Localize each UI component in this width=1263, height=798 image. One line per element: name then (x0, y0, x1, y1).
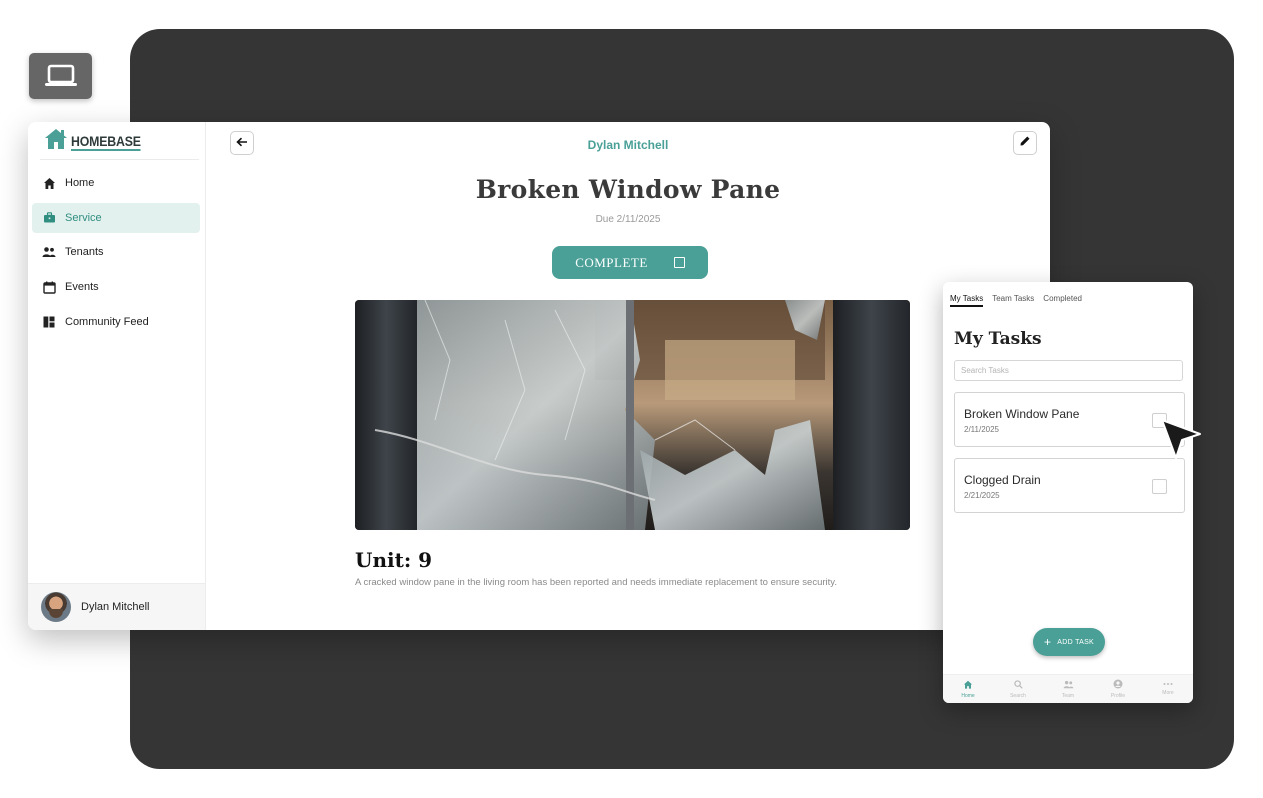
add-task-button[interactable]: + ADD TASK (1033, 628, 1105, 656)
sidebar-item-service[interactable]: Service (32, 202, 200, 233)
bottom-nav-team[interactable]: Team (1043, 675, 1093, 703)
page-title: My Tasks (954, 329, 1042, 349)
bottom-nav-profile[interactable]: Profile (1093, 675, 1143, 703)
brand-name: HOMEBASE (71, 132, 141, 151)
sidebar-item-home[interactable]: Home (32, 168, 200, 198)
sidebar-user-name: Dylan Mitchell (81, 601, 150, 613)
add-task-label: ADD TASK (1057, 638, 1095, 646)
task-date: 2/21/2025 (964, 491, 1000, 500)
bottom-nav-label: Team (1061, 692, 1075, 699)
search-icon (1013, 679, 1023, 691)
house-logo-icon (44, 128, 68, 155)
home-icon (963, 680, 973, 691)
home-icon (42, 176, 56, 190)
unit-label: Unit: 9 (355, 548, 433, 572)
toolbox-icon (42, 211, 56, 225)
sidebar-item-tenants[interactable]: Tenants (32, 237, 200, 267)
sidebar: HOMEBASE Home Service Tenants Events Com… (28, 122, 206, 630)
calendar-icon (42, 280, 56, 294)
assignee-name: Dylan Mitchell (587, 138, 669, 152)
edit-button[interactable] (1013, 131, 1037, 155)
checkbox-icon (673, 257, 685, 268)
sidebar-item-label: Service (65, 211, 102, 224)
tab-completed[interactable]: Completed (1043, 294, 1082, 307)
more-icon (1163, 682, 1173, 688)
brand-logo[interactable]: HOMEBASE (44, 128, 150, 155)
people-icon (1063, 680, 1074, 691)
dashboard-icon (42, 315, 56, 329)
desktop-device-badge (29, 53, 92, 99)
task-title: Broken Window Pane (475, 175, 781, 204)
mouse-pointer-icon (1160, 418, 1202, 465)
sidebar-item-label: Home (65, 177, 95, 189)
sidebar-item-label: Tenants (65, 246, 104, 259)
task-checkbox[interactable] (1152, 479, 1167, 494)
task-date: 2/11/2025 (964, 425, 999, 434)
bottom-nav: Home Search Team Profile More (943, 674, 1193, 703)
bottom-nav-search[interactable]: Search (993, 675, 1043, 703)
sidebar-nav: Home Service Tenants Events Community Fe… (32, 168, 200, 341)
laptop-icon (42, 62, 80, 90)
mobile-app-screen: My Tasks Team Tasks Completed My Tasks B… (943, 282, 1193, 703)
bottom-nav-more[interactable]: More (1143, 675, 1193, 703)
sidebar-user[interactable]: Dylan Mitchell (28, 583, 205, 630)
sidebar-item-label: Community Feed (65, 315, 149, 328)
task-due-date: Due 2/11/2025 (595, 214, 661, 225)
bottom-nav-label: Profile (1110, 693, 1126, 699)
task-name: Broken Window Pane (964, 407, 1080, 421)
sidebar-item-label: Events (65, 281, 99, 294)
bottom-nav-label: Home (961, 692, 975, 699)
sidebar-item-community-feed[interactable]: Community Feed (32, 307, 200, 337)
pencil-icon (1019, 134, 1031, 152)
sidebar-divider (40, 159, 199, 160)
sidebar-item-events[interactable]: Events (32, 272, 200, 302)
tab-my-tasks[interactable]: My Tasks (950, 294, 984, 307)
task-card[interactable]: Clogged Drain 2/21/2025 (954, 458, 1185, 513)
avatar (41, 592, 71, 622)
tab-team-tasks[interactable]: Team Tasks (992, 294, 1034, 307)
task-card[interactable]: Broken Window Pane 2/11/2025 (954, 392, 1185, 447)
task-detail: Dylan Mitchell Broken Window Pane Due 2/… (206, 122, 1050, 630)
task-description: A cracked window pane in the living room… (355, 577, 837, 588)
bottom-nav-home[interactable]: Home (943, 675, 993, 703)
search-input[interactable] (954, 360, 1183, 381)
bottom-nav-label: More (1162, 690, 1174, 696)
people-icon (42, 245, 56, 259)
bottom-nav-label: Search (1010, 692, 1026, 699)
task-tabs: My Tasks Team Tasks Completed (950, 294, 1082, 307)
task-photo (355, 300, 910, 530)
complete-label: COMPLETE (575, 254, 648, 270)
plus-icon: + (1043, 635, 1052, 649)
desktop-app-window: HOMEBASE Home Service Tenants Events Com… (28, 122, 1050, 630)
complete-button[interactable]: COMPLETE (552, 246, 708, 279)
profile-icon (1113, 679, 1123, 691)
task-name: Clogged Drain (964, 473, 1041, 487)
